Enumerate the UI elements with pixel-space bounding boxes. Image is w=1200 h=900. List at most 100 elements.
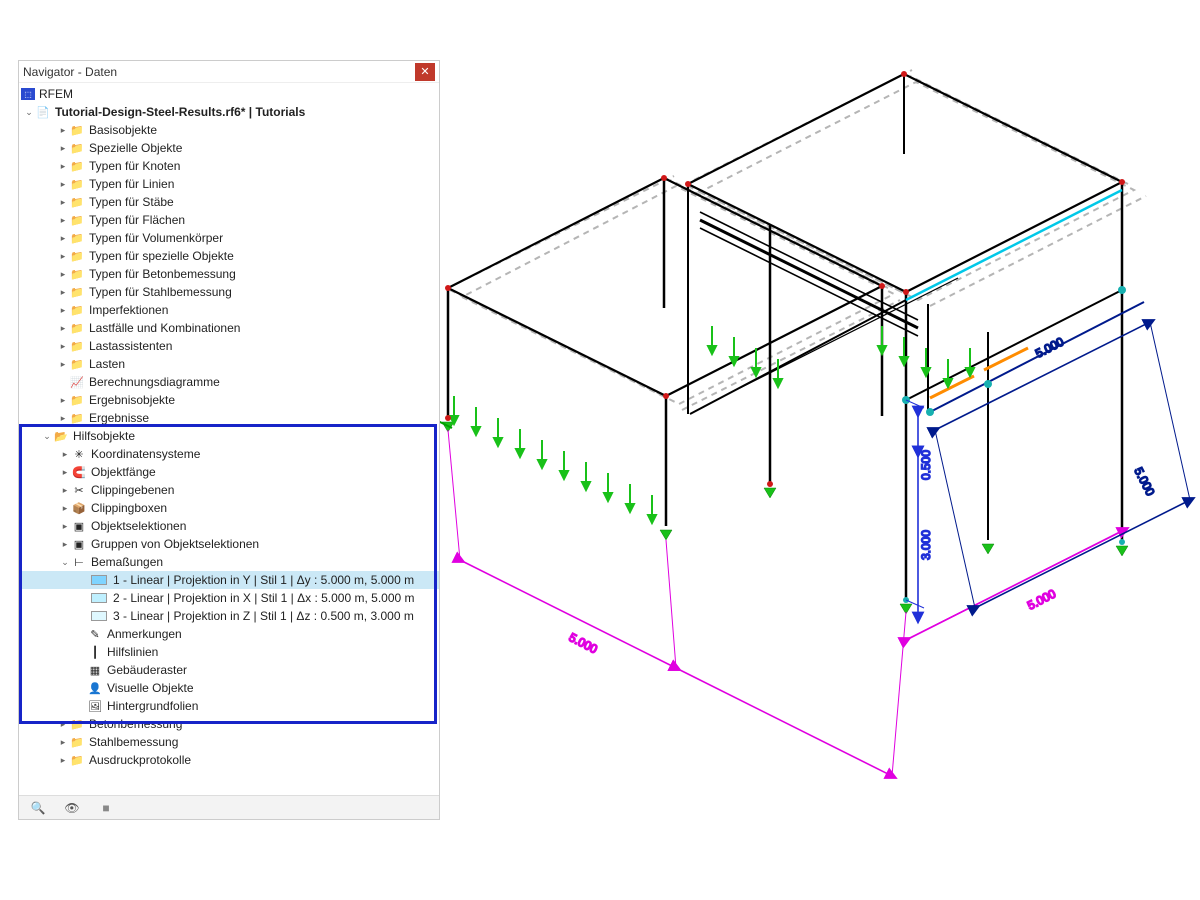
- tree-item[interactable]: Imperfektionen: [87, 303, 168, 317]
- chevron-right-icon[interactable]: ▸: [57, 143, 69, 154]
- folder-icon: 📁: [69, 213, 85, 227]
- chevron-right-icon[interactable]: ▸: [57, 125, 69, 136]
- chevron-down-icon[interactable]: ⌄: [59, 557, 71, 568]
- tree-item[interactable]: Typen für Flächen: [87, 213, 185, 227]
- tree-item[interactable]: Ausdruckprotokolle: [87, 753, 191, 767]
- navigator-title: Navigator - Daten: [23, 65, 415, 79]
- chevron-right-icon[interactable]: ▸: [75, 701, 87, 712]
- chevron-right-icon[interactable]: ▸: [59, 521, 71, 532]
- chevron-right-icon[interactable]: ▸: [57, 161, 69, 172]
- tree-item[interactable]: Clippingboxen: [89, 501, 167, 515]
- folder-icon: 📁: [69, 231, 85, 245]
- tree-item[interactable]: Objektfänge: [89, 465, 156, 479]
- chevron-right-icon[interactable]: ▸: [75, 665, 87, 676]
- supports: [442, 422, 1128, 614]
- tree-item[interactable]: Hintergrundfolien: [105, 699, 198, 713]
- chevron-right-icon[interactable]: ▸: [57, 395, 69, 406]
- tree-item[interactable]: Objektselektionen: [89, 519, 186, 533]
- tree-item[interactable]: Lastfälle und Kombinationen: [87, 321, 240, 335]
- tree-item[interactable]: Koordinatensysteme: [89, 447, 200, 461]
- chevron-right-icon[interactable]: ▸: [59, 503, 71, 514]
- navigator-titlebar[interactable]: Navigator - Daten ✕: [19, 61, 439, 83]
- folder-icon: 📁: [69, 393, 85, 407]
- chevron-right-icon[interactable]: ▸: [57, 233, 69, 244]
- chevron-right-icon[interactable]: ▸: [75, 683, 87, 694]
- chevron-right-icon[interactable]: ▸: [75, 647, 87, 658]
- dimension-y-right: 5.000: [906, 530, 1124, 640]
- item-icon: 🧲: [71, 465, 87, 479]
- navigator-tree[interactable]: ⬚ RFEM ⌄ 📄 Tutorial-Design-Steel-Results…: [19, 83, 439, 795]
- tree-item[interactable]: Betonbemessung: [87, 717, 182, 731]
- tree-item[interactable]: Typen für Betonbemessung: [87, 267, 236, 281]
- tree-item[interactable]: Typen für Stahlbemessung: [87, 285, 232, 299]
- item-icon: ✳: [71, 447, 87, 461]
- chevron-right-icon[interactable]: ▸: [59, 539, 71, 550]
- chevron-right-icon[interactable]: ▸: [57, 719, 69, 730]
- chevron-right-icon[interactable]: ▸: [57, 287, 69, 298]
- tree-bemassungen[interactable]: Bemaßungen: [89, 555, 163, 569]
- footer-btn-1[interactable]: 🔍: [27, 799, 49, 817]
- chevron-right-icon[interactable]: ▸: [57, 755, 69, 766]
- footer-btn-3[interactable]: ■: [95, 799, 117, 817]
- folder-icon: 📁: [69, 141, 85, 155]
- item-icon: ▣: [71, 519, 87, 533]
- item-icon: ▣: [71, 537, 87, 551]
- chevron-right-icon[interactable]: ▸: [57, 737, 69, 748]
- chevron-right-icon[interactable]: ▸: [75, 629, 87, 640]
- chevron-right-icon[interactable]: ▸: [57, 179, 69, 190]
- footer-btn-2[interactable]: 👁: [61, 799, 83, 817]
- chevron-right-icon[interactable]: ▸: [57, 413, 69, 424]
- dimension-item-3[interactable]: 3 - Linear | Projektion in Z | Stil 1 | …: [19, 607, 439, 625]
- tree-item[interactable]: Ergebnisse: [87, 411, 149, 425]
- tree-item[interactable]: Typen für Linien: [87, 177, 174, 191]
- tree-item[interactable]: Anmerkungen: [105, 627, 182, 641]
- tree-item[interactable]: Gruppen von Objektselektionen: [89, 537, 259, 551]
- chevron-right-icon[interactable]: ▸: [57, 305, 69, 316]
- tree-item[interactable]: Typen für spezielle Objekte: [87, 249, 234, 263]
- tree-item[interactable]: Basisobjekte: [87, 123, 157, 137]
- chevron-right-icon[interactable]: ▸: [59, 449, 71, 460]
- tree-item[interactable]: Ergebnisobjekte: [87, 393, 175, 407]
- folder-icon: 📁: [69, 123, 85, 137]
- tree-item[interactable]: Lasten: [87, 357, 125, 371]
- dimension-y: 5.000: [448, 430, 906, 776]
- chevron-right-icon[interactable]: ▸: [57, 197, 69, 208]
- folder-icon: 📁: [69, 285, 85, 299]
- dim-y-2: 5.000: [1025, 586, 1058, 612]
- tree-item[interactable]: Typen für Knoten: [87, 159, 180, 173]
- item-icon: 👤: [87, 681, 103, 695]
- dimension-item-1[interactable]: 1 - Linear | Projektion in Y | Stil 1 | …: [19, 571, 439, 589]
- chevron-down-icon[interactable]: ⌄: [41, 431, 53, 442]
- tree-item[interactable]: Hilfslinien: [105, 645, 158, 659]
- tree-item[interactable]: Clippingebenen: [89, 483, 174, 497]
- dim-x-2: 5.000: [1131, 465, 1157, 498]
- dimension-item-2[interactable]: 2 - Linear | Projektion in X | Stil 1 | …: [19, 589, 439, 607]
- close-button[interactable]: ✕: [415, 63, 435, 81]
- tree-item[interactable]: Stahlbemessung: [87, 735, 178, 749]
- chevron-right-icon[interactable]: ▸: [59, 467, 71, 478]
- chevron-right-icon[interactable]: ▸: [57, 341, 69, 352]
- tree-item[interactable]: Typen für Volumenkörper: [87, 231, 223, 245]
- dim-z-2: 3.000: [919, 530, 933, 560]
- chevron-right-icon[interactable]: ▸: [57, 323, 69, 334]
- folder-icon: 📁: [69, 717, 85, 731]
- tree-hilfsobjekte[interactable]: Hilfsobjekte: [71, 429, 135, 443]
- tree-item[interactable]: Gebäuderaster: [105, 663, 187, 677]
- chevron-right-icon[interactable]: ▸: [57, 251, 69, 262]
- chevron-right-icon[interactable]: ▸: [57, 215, 69, 226]
- folder-icon: 📁: [69, 177, 85, 191]
- chevron-right-icon[interactable]: ▸: [57, 269, 69, 280]
- roof-beams: [448, 74, 1122, 396]
- chevron-down-icon[interactable]: ⌄: [23, 107, 35, 118]
- tree-item[interactable]: Berechnungsdiagramme: [87, 375, 220, 389]
- item-icon: 🖼: [87, 699, 103, 713]
- navigator-panel: Navigator - Daten ✕ ⬚ RFEM ⌄ 📄 Tutorial-…: [18, 60, 440, 820]
- chevron-right-icon[interactable]: ▸: [59, 485, 71, 496]
- tree-root[interactable]: RFEM: [37, 87, 73, 101]
- tree-file[interactable]: Tutorial-Design-Steel-Results.rf6* | Tut…: [53, 105, 305, 119]
- chevron-right-icon[interactable]: ▸: [57, 359, 69, 370]
- tree-item[interactable]: Visuelle Objekte: [105, 681, 194, 695]
- tree-item[interactable]: Spezielle Objekte: [87, 141, 182, 155]
- tree-item[interactable]: Typen für Stäbe: [87, 195, 174, 209]
- tree-item[interactable]: Lastassistenten: [87, 339, 172, 353]
